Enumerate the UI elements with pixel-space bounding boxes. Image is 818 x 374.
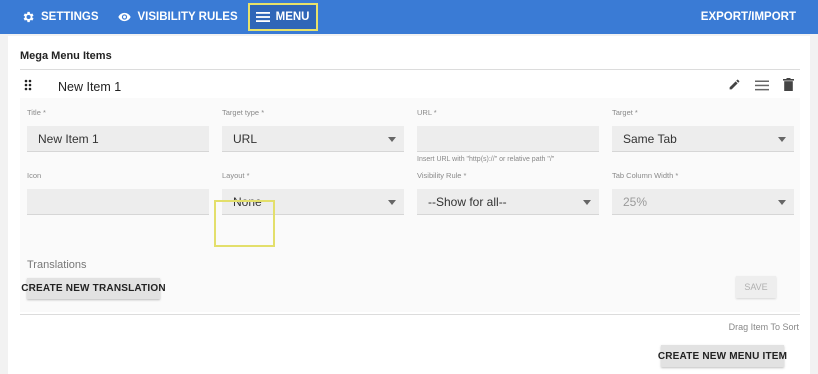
url-field-group: URL * Insert URL with "http(s)://" or re…: [417, 108, 599, 163]
create-menu-item-button[interactable]: CREATE NEW MENU ITEM: [657, 345, 788, 367]
target-field-group: Target * Same Tab: [612, 108, 794, 152]
create-menu-item-label: CREATE NEW MENU ITEM: [657, 350, 788, 362]
tab-column-width-label: Tab Column Width *: [612, 171, 679, 180]
trash-icon[interactable]: [783, 78, 794, 96]
eye-icon: [117, 10, 132, 24]
icon-label: Icon: [27, 171, 42, 180]
mega-menu-panel: Mega Menu Items New Item 1 Title * New I…: [8, 36, 810, 374]
title-label: Title *: [27, 108, 46, 117]
caret-down-icon: [583, 200, 591, 205]
visibility-rules-tab[interactable]: VISIBILITY RULES: [110, 4, 245, 30]
menu-item-header: New Item 1: [20, 76, 800, 98]
target-type-field-group: Target type * URL: [222, 108, 404, 152]
target-label: Target *: [612, 108, 638, 117]
icon-field-group: Icon: [27, 171, 209, 215]
title-input[interactable]: New Item 1: [27, 126, 209, 152]
drag-handle-icon[interactable]: [24, 78, 38, 96]
export-import-button[interactable]: EXPORT/IMPORT: [701, 0, 796, 34]
create-translation-label: CREATE NEW TRANSLATION: [21, 283, 166, 294]
target-select[interactable]: Same Tab: [612, 126, 794, 152]
url-hint: Insert URL with "http(s)://" or relative…: [417, 156, 555, 163]
menu-item-name: New Item 1: [58, 80, 122, 94]
target-type-value: URL: [233, 131, 258, 146]
menu-tab-label: MENU: [275, 11, 310, 23]
divider: [20, 69, 800, 70]
target-value: Same Tab: [623, 131, 677, 146]
title-field-group: Title * New Item 1: [27, 108, 209, 152]
menu-tab[interactable]: MENU: [247, 3, 318, 31]
target-type-label: Target type *: [222, 108, 265, 117]
caret-down-icon: [778, 137, 786, 142]
settings-tab[interactable]: SETTINGS: [14, 4, 106, 30]
target-type-select[interactable]: URL: [222, 126, 404, 152]
visibility-rule-label: Visibility Rule *: [417, 171, 467, 180]
top-nav-bar: SETTINGS VISIBILITY RULES MENU EXPORT/IM…: [0, 0, 818, 34]
url-label: URL *: [417, 108, 437, 117]
icon-input[interactable]: [27, 189, 209, 215]
visibility-rule-select[interactable]: --Show for all--: [417, 189, 599, 215]
create-translation-button[interactable]: CREATE NEW TRANSLATION: [21, 278, 166, 299]
caret-down-icon: [388, 200, 396, 205]
caret-down-icon: [778, 200, 786, 205]
url-input[interactable]: [417, 126, 599, 152]
caret-down-icon: [388, 137, 396, 142]
layout-select[interactable]: None: [222, 189, 404, 215]
menu-lines-icon[interactable]: [755, 78, 769, 96]
settings-tab-label: SETTINGS: [41, 11, 99, 23]
hamburger-icon: [255, 11, 270, 23]
save-button[interactable]: SAVE: [736, 276, 776, 298]
page-title: Mega Menu Items: [20, 50, 112, 62]
visibility-rules-tab-label: VISIBILITY RULES: [137, 11, 238, 23]
visibility-rule-value: --Show for all--: [428, 194, 507, 209]
layout-field-group: Layout * None: [222, 171, 404, 215]
visibility-rule-field-group: Visibility Rule * --Show for all--: [417, 171, 599, 215]
layout-label: Layout *: [222, 171, 250, 180]
tab-column-width-select[interactable]: 25%: [612, 189, 794, 215]
tab-column-width-field-group: Tab Column Width * 25%: [612, 171, 794, 215]
divider: [20, 314, 800, 315]
pencil-icon[interactable]: [728, 78, 741, 96]
drag-sort-hint: Drag Item To Sort: [728, 322, 799, 332]
menu-item-form: Title * New Item 1 Target type * URL URL…: [20, 98, 800, 312]
tab-column-width-value: 25%: [623, 194, 648, 209]
save-label: SAVE: [744, 282, 768, 292]
gear-icon: [21, 10, 35, 24]
translations-heading: Translations: [27, 259, 87, 271]
export-import-label: EXPORT/IMPORT: [700, 11, 796, 23]
layout-value: None: [233, 194, 262, 209]
